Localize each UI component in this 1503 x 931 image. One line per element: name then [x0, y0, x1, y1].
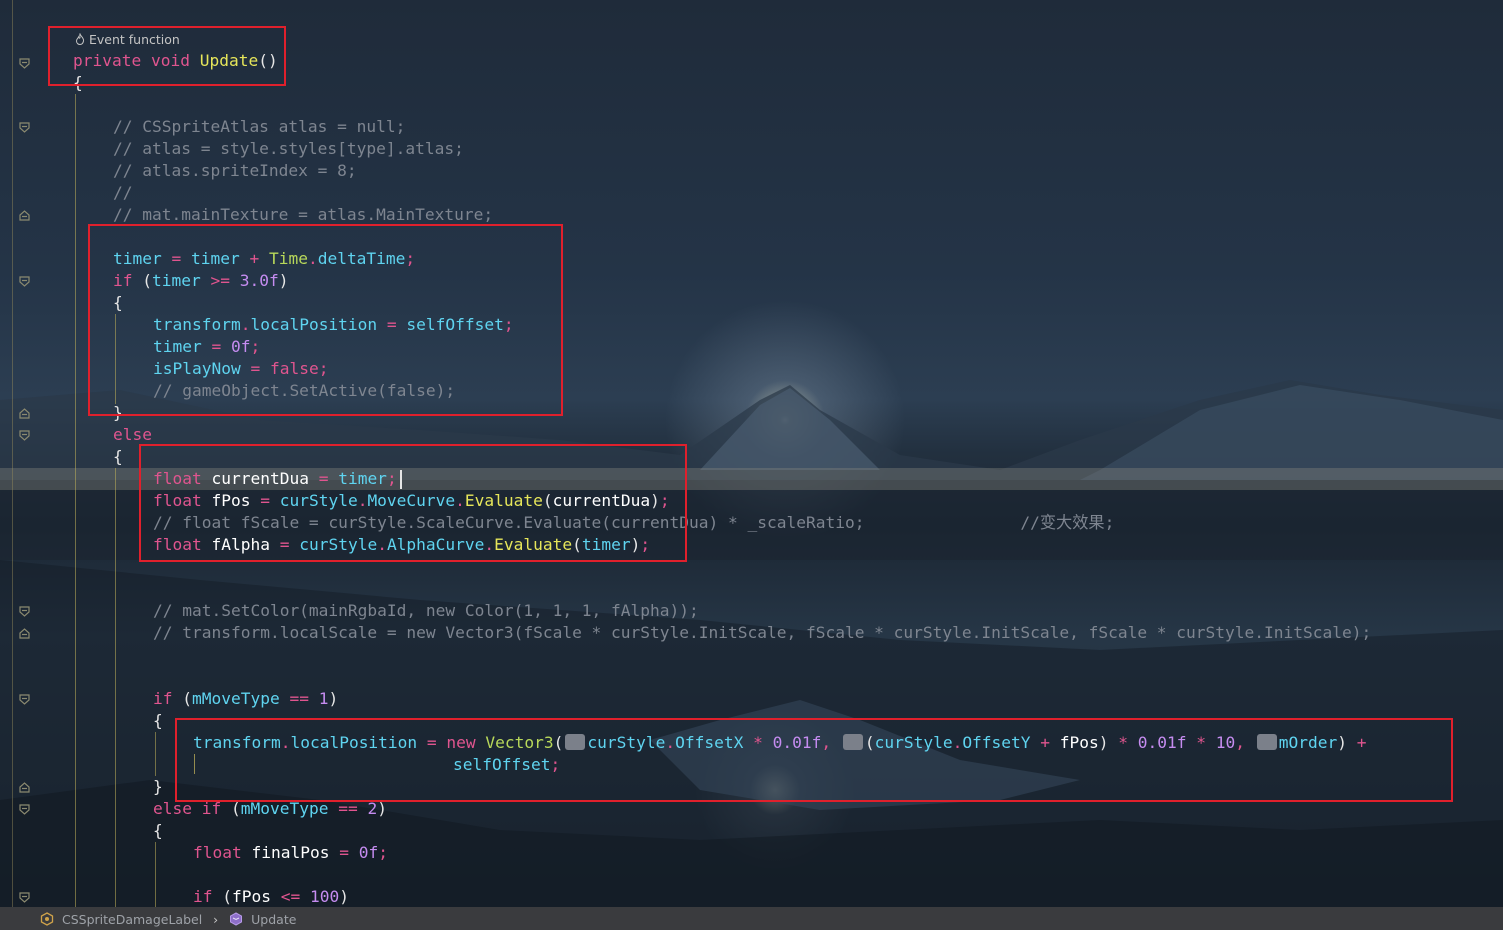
fold-toggle-icon[interactable] — [19, 892, 30, 903]
code-line[interactable]: if (mMoveType == 1) — [153, 688, 338, 710]
code-token: // transform.localScale = new Vector3(fS… — [153, 623, 1372, 642]
fold-toggle-icon[interactable] — [19, 694, 30, 705]
code-line[interactable]: float finalPos = 0f; — [193, 842, 388, 864]
code-token: == — [289, 689, 309, 708]
code-token: { — [153, 711, 163, 730]
code-token: = — [339, 843, 349, 862]
code-token: ( — [172, 689, 192, 708]
code-line[interactable]: // transform.localScale = new Vector3(fS… — [153, 622, 1371, 644]
code-line[interactable]: { — [153, 820, 163, 842]
code-token: // atlas = style.styles[type].atlas; — [113, 139, 464, 158]
fold-toggle-icon[interactable] — [19, 804, 30, 815]
code-token: 1 — [318, 689, 329, 708]
fold-toggle-icon[interactable] — [19, 122, 30, 133]
code-token: ; — [378, 843, 388, 862]
indent-guide — [75, 94, 76, 907]
highlight-box-local-position — [175, 718, 1453, 802]
code-token: // CSSpriteAtlas atlas = null; — [113, 117, 406, 136]
code-line[interactable]: // atlas.spriteIndex = 8; — [113, 160, 357, 182]
code-editor[interactable]: Event function private void Update() { /… — [0, 0, 1503, 907]
code-token: if — [153, 689, 173, 708]
code-token: ( — [212, 887, 232, 906]
fold-toggle-icon[interactable] — [19, 628, 30, 639]
code-token: else — [113, 425, 152, 444]
code-line[interactable]: // mat.SetColor(mainRgbaId, new Color(1,… — [153, 600, 699, 622]
code-token: ) — [328, 689, 339, 708]
code-token: float — [193, 843, 242, 862]
code-token: if — [193, 887, 213, 906]
indent-guide — [115, 468, 116, 907]
code-line[interactable]: else — [113, 424, 152, 446]
highlight-box-timer-block — [88, 224, 563, 416]
indent-guide — [155, 732, 156, 776]
fold-toggle-icon[interactable] — [19, 58, 30, 69]
highlight-box-update — [48, 26, 286, 86]
code-token: // — [113, 183, 133, 202]
code-line[interactable]: } — [153, 776, 163, 798]
code-token: fPos — [232, 887, 271, 906]
code-line[interactable]: // — [113, 182, 133, 204]
fold-toggle-icon[interactable] — [19, 276, 30, 287]
gutter-divider — [12, 0, 13, 907]
code-token: ) — [339, 887, 349, 906]
code-token: finalPos — [251, 843, 330, 862]
breadcrumb-separator: › — [213, 912, 219, 927]
fold-toggle-icon[interactable] — [19, 606, 30, 617]
fold-toggle-icon[interactable] — [19, 210, 30, 221]
code-line[interactable]: // mat.mainTexture = atlas.MainTexture; — [113, 204, 493, 226]
code-token: 0f — [358, 843, 379, 862]
code-token: { — [113, 447, 123, 466]
code-token: <= — [280, 887, 301, 906]
code-token: // atlas.spriteIndex = 8; — [113, 161, 357, 180]
code-token: // mat.mainTexture = atlas.MainTexture; — [113, 205, 494, 224]
code-token: } — [153, 777, 163, 796]
fold-toggle-icon[interactable] — [19, 430, 30, 441]
code-line[interactable]: { — [113, 446, 123, 468]
breadcrumb-class[interactable]: CSSpriteDamageLabel — [62, 912, 202, 927]
fold-toggle-icon[interactable] — [19, 782, 30, 793]
code-line[interactable]: if (fPos <= 100) — [193, 886, 349, 907]
code-token: 100 — [309, 887, 340, 906]
highlight-box-curve-eval — [139, 444, 687, 562]
indent-guide — [155, 842, 156, 907]
code-line[interactable]: // atlas = style.styles[type].atlas; — [113, 138, 464, 160]
fold-toggle-icon[interactable] — [19, 408, 30, 419]
status-bar: CSSpriteDamageLabel › Update — [0, 907, 1503, 930]
code-line[interactable]: // CSSpriteAtlas atlas = null; — [113, 116, 405, 138]
method-icon — [229, 912, 243, 927]
class-icon — [40, 912, 54, 927]
code-token: mMoveType — [192, 689, 280, 708]
code-token: // mat.SetColor(mainRgbaId, new Color(1,… — [153, 601, 699, 620]
code-token: { — [153, 821, 163, 840]
breadcrumb-method[interactable]: Update — [251, 912, 296, 927]
code-line[interactable]: { — [153, 710, 163, 732]
